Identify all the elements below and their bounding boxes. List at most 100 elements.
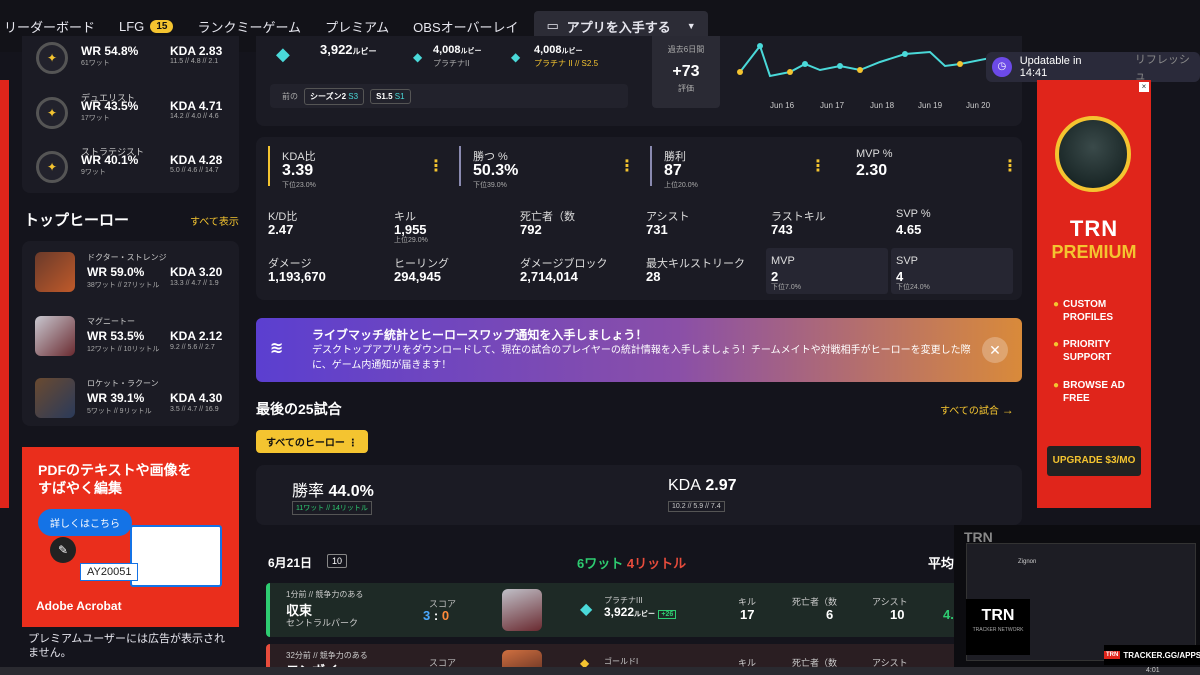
hero-name[interactable]: マグニートー bbox=[87, 316, 135, 327]
nav-obs-overlay[interactable]: OBSオーバーレイ bbox=[401, 17, 530, 36]
kda-summary: KDA 2.97 bbox=[668, 477, 737, 494]
hero-wr: WR 53.5% bbox=[87, 329, 145, 343]
match-time: 1分前 // 競争力のある bbox=[286, 590, 364, 599]
hero-wr: WR 59.0% bbox=[87, 265, 145, 279]
role-kda: KDA 4.71 bbox=[170, 99, 223, 113]
hero-kda: KDA 4.30 bbox=[170, 391, 223, 405]
kebab-icon[interactable]: ⋮ bbox=[1002, 156, 1018, 176]
nav-leaderboard[interactable]: リーダーボード bbox=[0, 17, 107, 36]
updatable-toast: ◷ Updatable in 14:41 リフレッシュ bbox=[986, 52, 1200, 82]
stat-accent-bar bbox=[268, 146, 270, 186]
stat-value: 1,193,670 bbox=[268, 269, 326, 284]
hero-kda-sub: 9.2 // 5.6 // 2.7 bbox=[170, 344, 215, 351]
stat-sub: 上位20.0% bbox=[664, 182, 698, 189]
assists-value: 10 bbox=[890, 607, 905, 622]
ad-close-icon[interactable]: × bbox=[1139, 82, 1149, 92]
kebab-icon[interactable]: ⋮ bbox=[619, 156, 635, 176]
kebab-icon[interactable]: ⋮ bbox=[428, 156, 444, 176]
video-overlay[interactable]: TRN Zignon TRN TRACKER NETWORK TRN TRACK… bbox=[954, 525, 1200, 667]
check-icon: ● bbox=[1053, 339, 1060, 350]
hero-portrait bbox=[502, 589, 542, 631]
stat-sub: 下位24.0% bbox=[896, 284, 930, 291]
ad-cta-button[interactable]: 詳しくはこちら bbox=[38, 509, 132, 536]
role-kda: KDA 2.83 bbox=[170, 44, 223, 58]
stat-sub: 下位39.0% bbox=[473, 182, 507, 189]
kebab-icon[interactable]: ⋮ bbox=[810, 156, 826, 176]
match-rr: 3,922ルビー +26 bbox=[604, 605, 677, 619]
nav-premium[interactable]: プレミアム bbox=[313, 17, 401, 36]
hero-kda: KDA 2.12 bbox=[170, 329, 223, 343]
hero-portrait bbox=[35, 378, 75, 418]
hero-portrait bbox=[35, 252, 75, 292]
refresh-button[interactable]: リフレッシュ bbox=[1135, 51, 1200, 83]
laurel-avatar bbox=[1055, 116, 1131, 192]
app-promo-banner[interactable]: ≋ ライブマッチ統計とヒーロースワップ通知を入手しましょう！ デスクトップアプリ… bbox=[256, 318, 1022, 382]
nav-lfg-label: LFG bbox=[119, 18, 145, 34]
role-icon: ✦ bbox=[36, 42, 68, 74]
day-date: 6月21日 bbox=[268, 556, 313, 570]
stat-label: SVP bbox=[896, 255, 919, 267]
stat-accent-bar bbox=[650, 146, 652, 186]
taskbar bbox=[0, 667, 1200, 675]
ad-window-mock bbox=[130, 525, 222, 587]
wr-record: 11ワット // 14リットル bbox=[292, 501, 372, 515]
chart-date-4: Jun 19 bbox=[918, 101, 943, 110]
app-logo-icon: ≋ bbox=[270, 340, 284, 357]
chart-date-5: Jun 20 bbox=[966, 101, 991, 110]
role-icon: ✦ bbox=[36, 151, 68, 183]
hero-name[interactable]: ドクター・ストレンジ bbox=[87, 252, 167, 263]
nav-rank-game[interactable]: ランクミーゲーム bbox=[185, 17, 313, 36]
upgrade-button[interactable]: UPGRADE $3/MO bbox=[1047, 446, 1141, 476]
hero-name[interactable]: ロケット・ラクーン bbox=[87, 378, 159, 389]
season-tag-2[interactable]: S1.5 S1 bbox=[370, 88, 411, 104]
last25-summary: 勝率 44.0% 11ワット // 14リットル KDA 2.97 10.2 /… bbox=[256, 465, 1022, 525]
rr-peak: 4,008ルビー bbox=[433, 44, 482, 56]
hero-filter-button[interactable]: すべてのヒーロー ⋮ bbox=[256, 430, 368, 453]
stat-sub: 下位7.0% bbox=[771, 284, 801, 291]
role-kda-sub: 11.5 // 4.8 // 2.1 bbox=[170, 58, 219, 65]
adobe-logo: Adobe Acrobat bbox=[36, 599, 122, 613]
role-wr: WR 43.5% bbox=[81, 99, 139, 113]
stat-value: 2.47 bbox=[268, 222, 294, 237]
nav-lfg[interactable]: LFG 15 bbox=[107, 19, 185, 34]
ad-field-value: AY20051 bbox=[80, 563, 139, 581]
season-tag[interactable]: シーズン2 S3 bbox=[304, 87, 365, 105]
chart-date-2: Jun 17 bbox=[820, 101, 845, 110]
rr-current: 3,922ルビー bbox=[320, 42, 377, 57]
stat-value: 294,945 bbox=[394, 269, 441, 284]
stat-value: 731 bbox=[646, 222, 668, 237]
feature-3: ● BROWSE AD FREE bbox=[1053, 380, 1125, 404]
rating-label: 評価 bbox=[678, 84, 694, 93]
ad-edit-icon: ✎ bbox=[50, 537, 76, 563]
trn-logo: TRN bbox=[1069, 216, 1119, 241]
day-wl: 6ワット 4リットル bbox=[577, 556, 687, 571]
day-count-badge: 10 bbox=[327, 554, 348, 568]
wr-summary: 勝率 44.0% bbox=[292, 483, 374, 500]
role-kda: KDA 4.28 bbox=[170, 153, 223, 167]
rank-diamond-icon: ◆ bbox=[276, 44, 290, 64]
recent-label: 過去6日間 bbox=[667, 45, 705, 54]
timer-icon: ◷ bbox=[992, 57, 1012, 77]
role-wr: WR 54.8% bbox=[81, 44, 139, 58]
adobe-ad[interactable]: PDFのテキストや画像をすばやく編集 詳しくはこちら ✎ AY20051 Ado… bbox=[22, 447, 239, 627]
day-average: 平均 bbox=[928, 556, 955, 571]
arrow-right-icon: → bbox=[1001, 403, 1014, 417]
check-icon: ● bbox=[1053, 380, 1060, 391]
device-icon: ▭ bbox=[546, 18, 559, 33]
rank-overview-card: ◆ 3,922ルビー ◆ 4,008ルビー プラチナII ◆ 4,008ルビー … bbox=[256, 36, 1022, 126]
match-row[interactable]: 1分前 // 競争力のある 収束 セントラルパーク スコア 3 : 0 ◆ プラ… bbox=[266, 583, 986, 637]
stat-accent-bar bbox=[459, 146, 461, 186]
ad-premium-notice: プレミアムユーザーには広告が表示されません。 bbox=[28, 633, 226, 659]
stat-value: 28 bbox=[646, 269, 661, 284]
kebab-icon: ⋮ bbox=[347, 438, 358, 449]
trn-premium-ad[interactable]: × TRN PREMIUM ● CUSTOM PROFILES ● PRIORITY… bbox=[1037, 80, 1151, 508]
close-icon[interactable]: ✕ bbox=[982, 337, 1008, 363]
banner-title: ライブマッチ統計とヒーロースワップ通知を入手しましょう！ bbox=[312, 328, 648, 342]
all-matches-link[interactable]: すべての試合 → bbox=[940, 402, 1014, 417]
rank-peak-label: プラチナII bbox=[433, 59, 470, 68]
video-url-bar: TRN TRACKER.GG/APPS bbox=[1104, 645, 1200, 665]
top-heroes-see-all[interactable]: すべて表示 bbox=[190, 213, 239, 228]
hero-kda: KDA 3.20 bbox=[170, 265, 223, 279]
stat-label: 最大キルストリーク bbox=[646, 258, 745, 270]
banner-body: デスクトップアプリをダウンロードして、現在の試合のプレイヤーの統計情報を入手しま… bbox=[312, 345, 971, 371]
